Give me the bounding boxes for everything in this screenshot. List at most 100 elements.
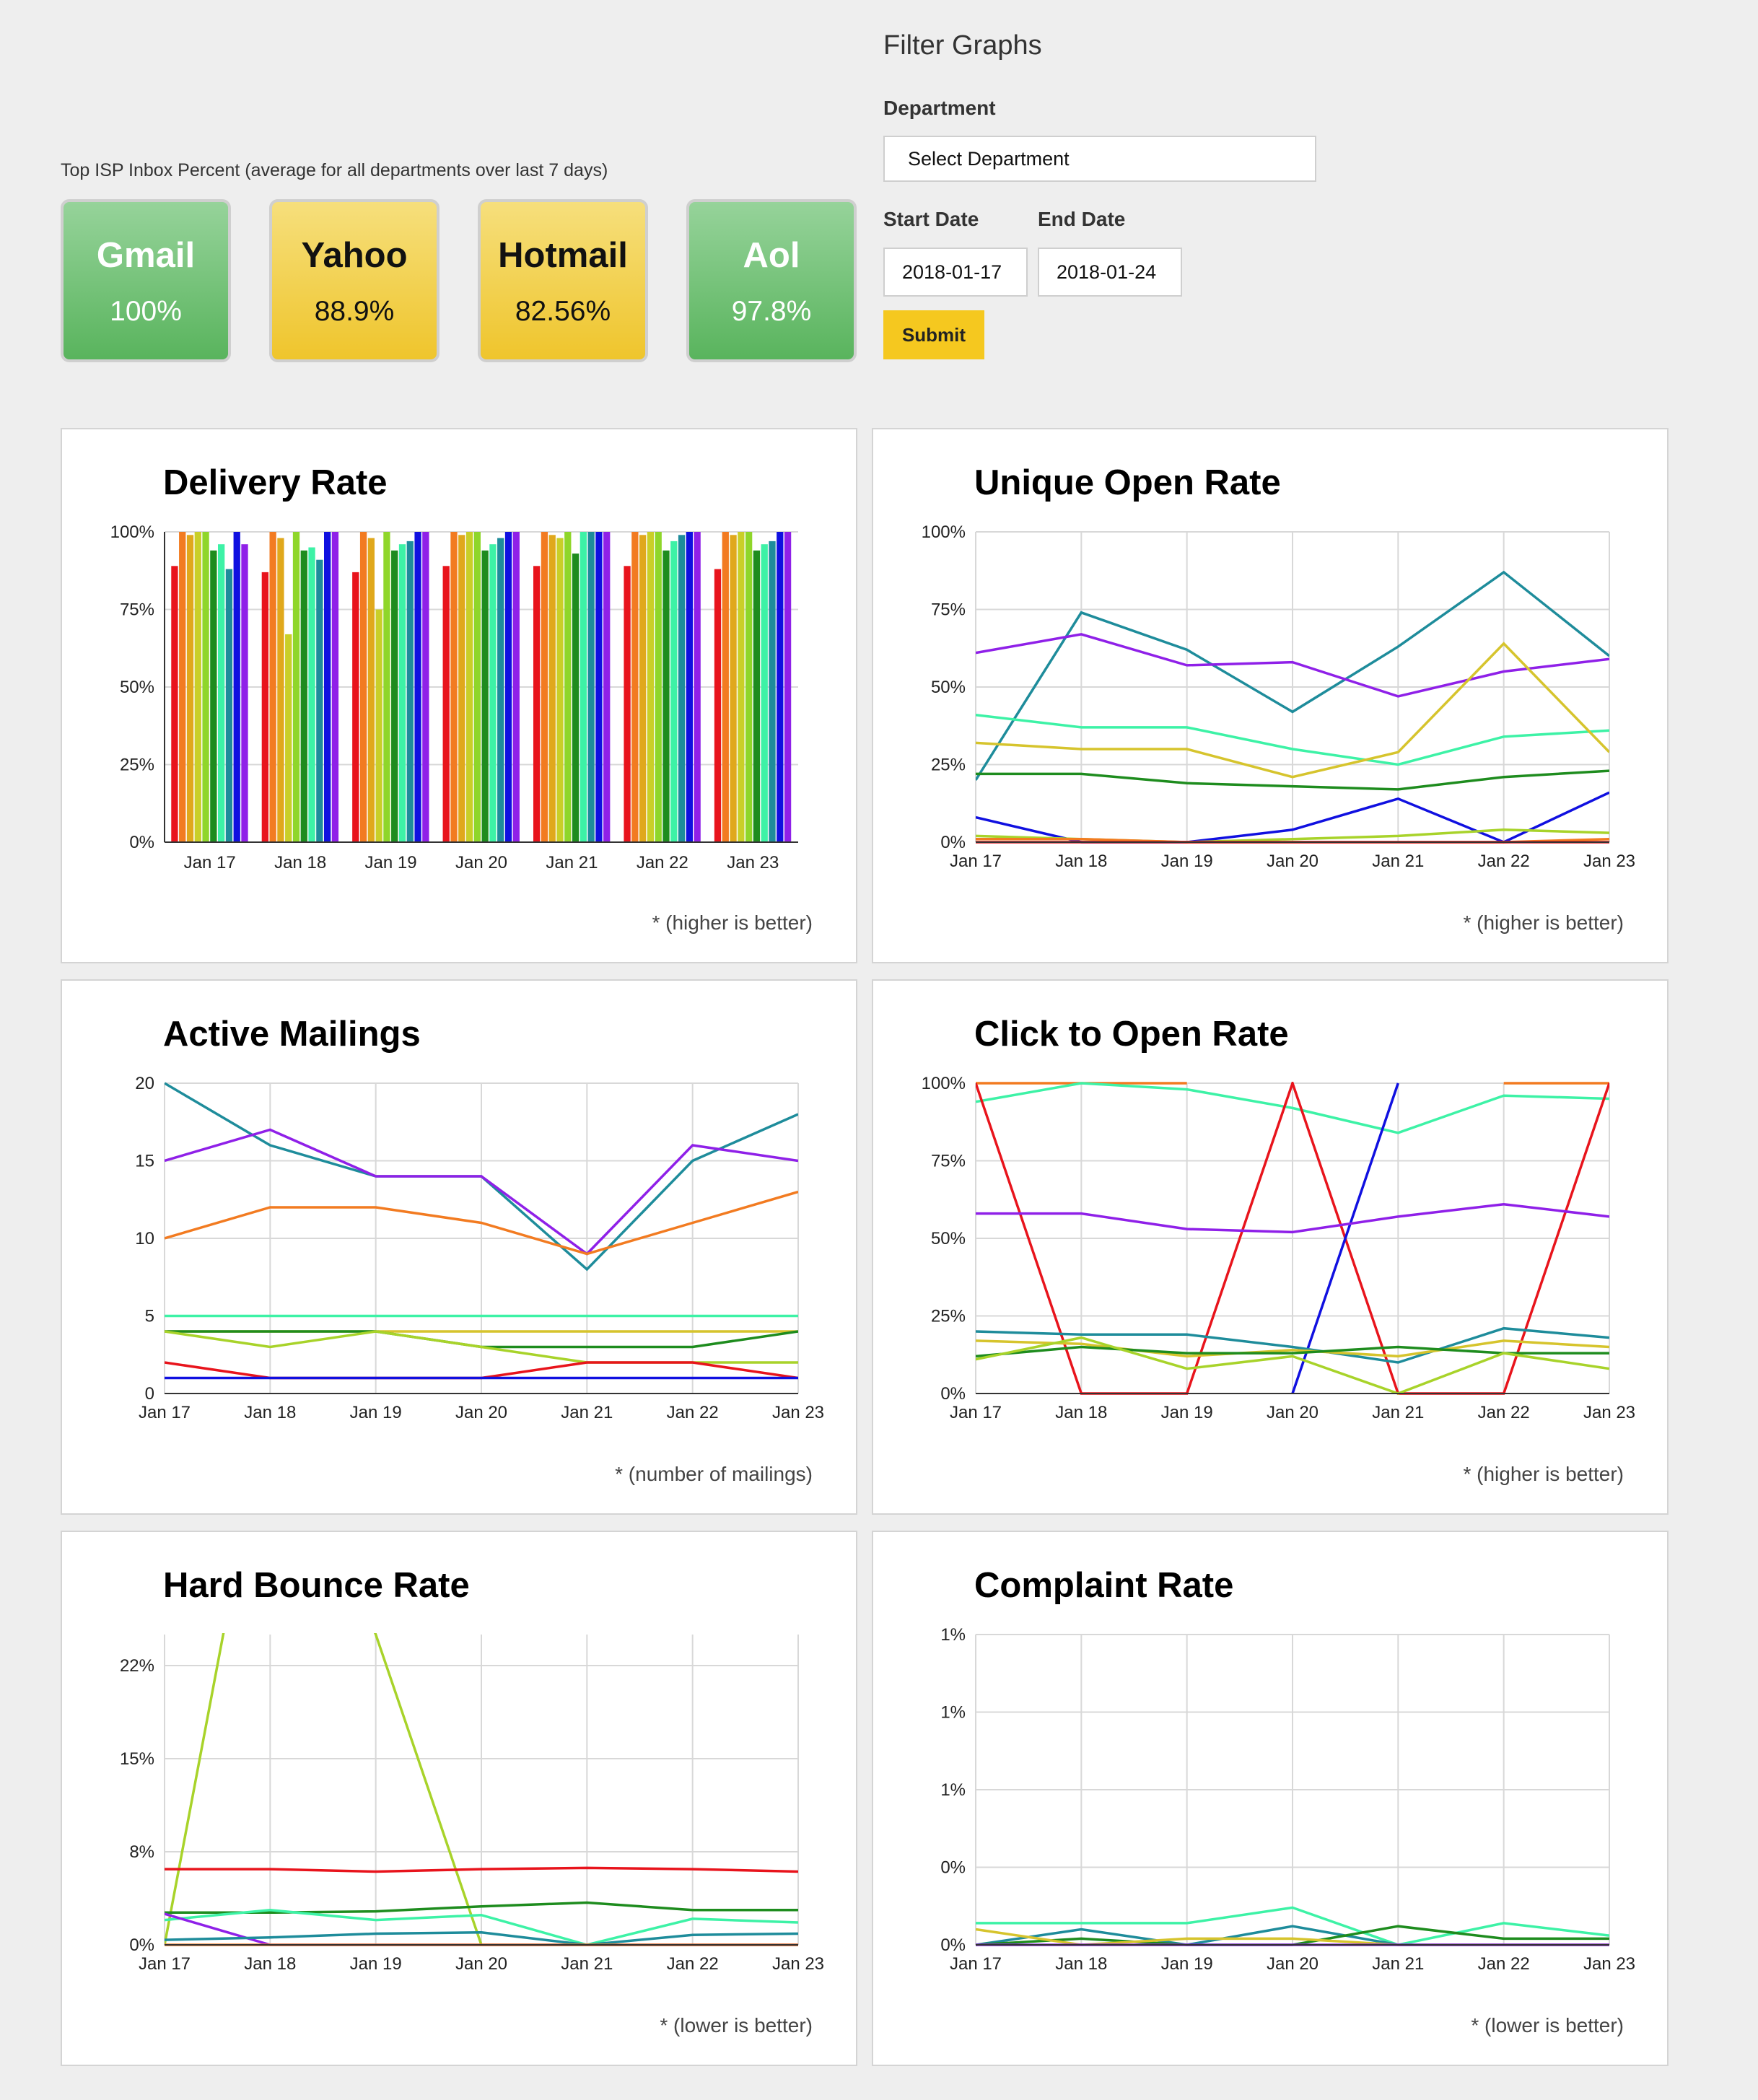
y-tick-label: 75% <box>931 1152 966 1171</box>
y-tick-label: 5 <box>145 1307 154 1326</box>
isp-caption: Top ISP Inbox Percent (average for all d… <box>61 160 608 180</box>
bar <box>541 532 548 842</box>
bar <box>655 532 662 842</box>
bar <box>308 547 315 842</box>
unique-open-rate-panel: Unique Open Rate 0% 25% 50% 75% 100% Jan 17 Ja… <box>872 428 1669 963</box>
y-tick-label: 25% <box>120 756 154 775</box>
bar <box>686 532 694 842</box>
y-tick-label: 100% <box>110 522 154 542</box>
x-tick-label: Jan 23 <box>1583 1403 1635 1422</box>
bar <box>465 532 473 842</box>
x-tick-label: Jan 19 <box>1161 852 1213 871</box>
isp-name: Aol <box>743 236 800 275</box>
bar <box>784 532 792 842</box>
unique-open-rate-chart: 0% 25% 50% 75% 100% Jan 17 Jan 18 Jan 19 Jan 20 J… <box>922 522 1635 871</box>
end-date-input[interactable]: 2018-01-24 <box>1038 248 1182 297</box>
end-date-label: End Date <box>1038 208 1126 230</box>
chart-note: * (number of mailings) <box>615 1463 813 1485</box>
bar <box>670 541 678 842</box>
bar <box>595 532 603 842</box>
bar <box>261 572 268 842</box>
x-tick-label: Jan 17 <box>950 852 1002 871</box>
start-date-input[interactable]: 2018-01-17 <box>883 248 1028 297</box>
isp-value: 97.8% <box>731 296 812 327</box>
y-tick-label: 1% <box>940 1703 966 1723</box>
bar <box>624 566 631 842</box>
x-tick-label: Jan 23 <box>772 1403 824 1422</box>
bar <box>497 538 504 842</box>
x-tick-label: Jan 23 <box>1583 852 1635 871</box>
chart-note: * (higher is better) <box>652 911 813 934</box>
bar <box>533 566 541 842</box>
bar <box>722 532 729 842</box>
department-label: Department <box>883 97 996 119</box>
x-tick-label: Jan 22 <box>667 1403 719 1422</box>
chart-note: * (lower is better) <box>660 2014 813 2036</box>
bar <box>473 532 481 842</box>
x-tick-label: Jan 19 <box>350 1403 402 1422</box>
bar <box>194 532 201 842</box>
bar <box>548 535 556 842</box>
bar <box>730 535 737 842</box>
bar <box>647 532 655 842</box>
department-select[interactable]: Select Department <box>883 136 1316 182</box>
bar <box>391 550 398 842</box>
x-tick-label: Jan 18 <box>1055 852 1107 871</box>
bar <box>631 532 639 842</box>
y-tick-label: 75% <box>931 600 966 620</box>
y-tick-label: 50% <box>931 678 966 697</box>
submit-button[interactable]: Submit <box>883 310 984 359</box>
bar <box>414 532 421 842</box>
y-tick-label: 0 <box>145 1384 154 1404</box>
x-tick-label: Jan 18 <box>244 1403 296 1422</box>
x-tick-label: Jan 23 <box>727 853 779 872</box>
x-tick-label: Jan 19 <box>350 1954 402 1974</box>
x-tick-label: Jan 18 <box>274 853 326 872</box>
x-tick-label: Jan 17 <box>184 853 236 872</box>
x-tick-label: Jan 22 <box>637 853 688 872</box>
x-tick-label: Jan 20 <box>455 1954 507 1974</box>
x-tick-label: Jan 21 <box>1372 1403 1424 1422</box>
isp-card-aol: Aol 97.8% <box>686 199 857 362</box>
bar <box>241 544 248 842</box>
active-mailings-chart: 0 5 10 15 20 Jan 17 Jan 18 Jan 19 Jan 20 Jan 21 Ja… <box>135 1074 824 1422</box>
y-tick-label: 75% <box>120 600 154 620</box>
hard-bounce-rate-panel: Hard Bounce Rate 0% 8% 15% 22% Jan 17 Jan 18 J… <box>61 1531 857 2066</box>
bar <box>406 541 414 842</box>
bar <box>603 532 611 842</box>
bar <box>352 572 359 842</box>
bar <box>745 532 753 842</box>
y-tick-label: 1% <box>940 1780 966 1800</box>
x-tick-label: Jan 22 <box>1478 1954 1530 1974</box>
bar <box>662 550 670 842</box>
x-tick-label: Jan 22 <box>667 1954 719 1974</box>
x-tick-label: Jan 18 <box>1055 1954 1107 1974</box>
y-tick-label: 10 <box>135 1229 154 1248</box>
bar <box>777 532 784 842</box>
x-tick-label: Jan 21 <box>1372 1954 1424 1974</box>
x-tick-label: Jan 18 <box>1055 1403 1107 1422</box>
x-tick-label: Jan 17 <box>950 1403 1002 1422</box>
bar <box>269 532 276 842</box>
x-tick-label: Jan 19 <box>1161 1403 1213 1422</box>
x-tick-label: Jan 20 <box>1267 1403 1318 1422</box>
bar <box>512 532 520 842</box>
y-tick-label: 0% <box>940 1935 966 1955</box>
x-tick-label: Jan 20 <box>455 1403 507 1422</box>
bar <box>639 535 647 842</box>
isp-value: 88.9% <box>314 296 395 327</box>
bar <box>233 532 240 842</box>
chart-note: * (lower is better) <box>1471 2014 1624 2036</box>
bar <box>481 550 489 842</box>
delivery-rate-panel: Delivery Rate 0% 25% 50% 75% 100% Jan 17 Jan 1… <box>61 428 857 963</box>
x-tick-label: Jan 22 <box>1478 1403 1530 1422</box>
bar <box>331 532 339 842</box>
x-tick-label: Jan 20 <box>455 853 507 872</box>
bar <box>210 550 217 842</box>
x-tick-label: Jan 19 <box>1161 1954 1213 1974</box>
delivery-rate-chart: 0% 25% 50% 75% 100% Jan 17 Jan 18 Jan 19 Jan 20 J… <box>110 522 798 872</box>
bar <box>678 535 686 842</box>
x-tick-label: Jan 22 <box>1478 852 1530 871</box>
filter-title: Filter Graphs <box>883 30 1042 61</box>
x-tick-label: Jan 18 <box>244 1954 296 1974</box>
